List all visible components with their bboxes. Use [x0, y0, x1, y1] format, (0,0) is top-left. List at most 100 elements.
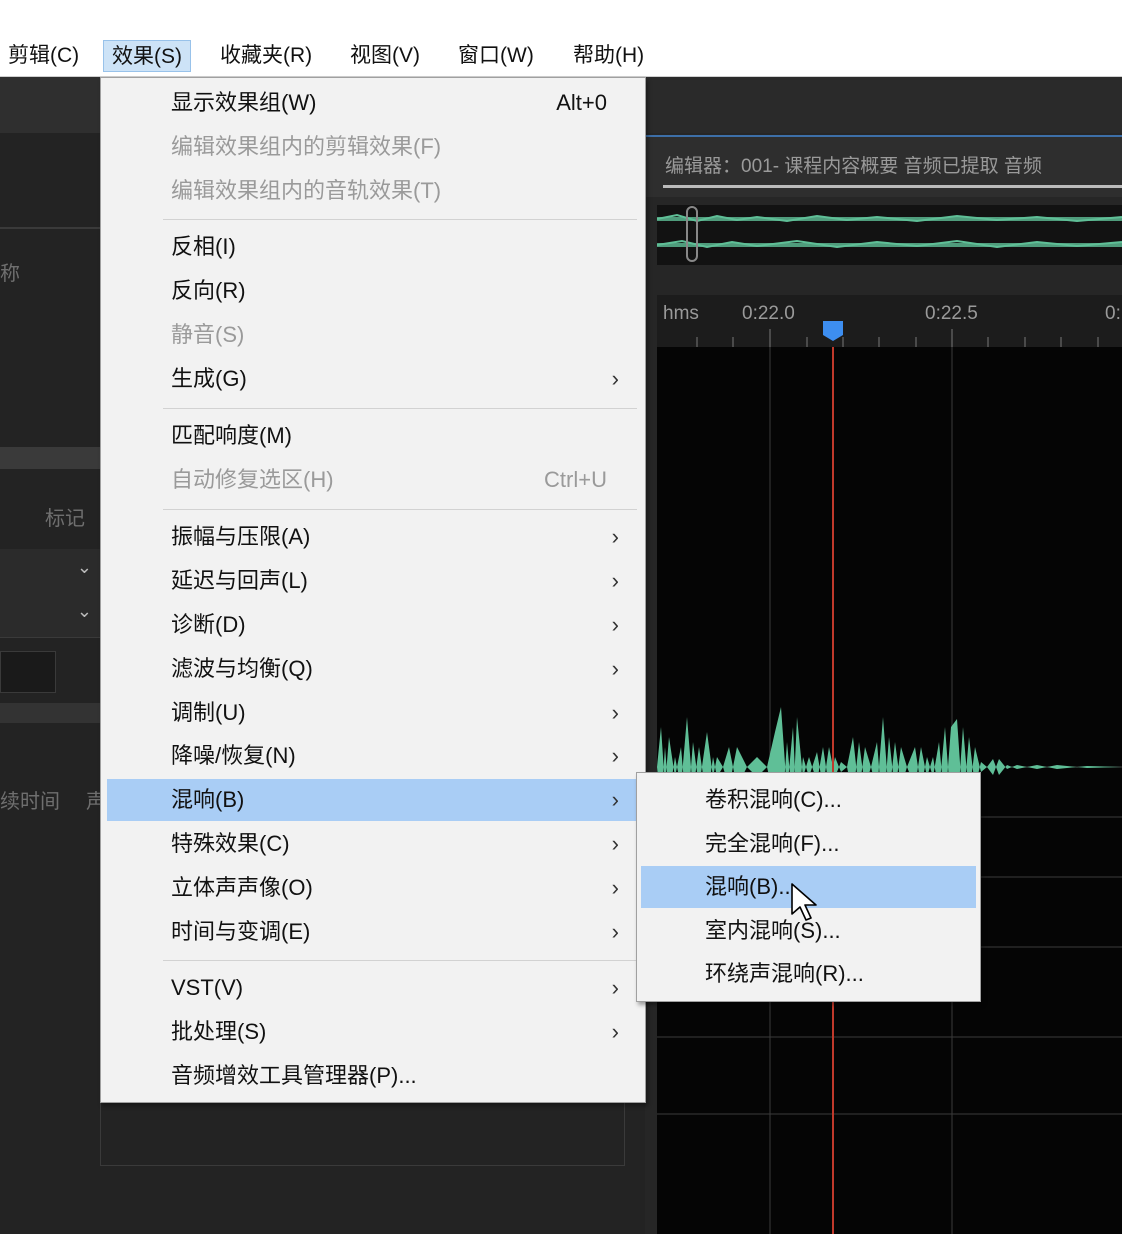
menu-item-label: 诊断(D) [171, 612, 246, 637]
menu-item-label: 时间与变调(E) [171, 919, 311, 944]
panel-splitter[interactable] [0, 703, 100, 723]
menu-item-label: 反相(I) [171, 234, 236, 259]
menu-view[interactable]: 视图(V) [342, 40, 428, 72]
playhead-marker [823, 321, 843, 341]
menu-item-invert[interactable]: 反相(I) [107, 226, 639, 268]
menu-item-label: 立体声声像(O) [171, 875, 313, 900]
chevron-right-icon: › [611, 787, 619, 812]
chevron-right-icon: › [611, 919, 619, 944]
menu-item-reverse[interactable]: 反向(R) [107, 270, 639, 312]
search-input[interactable] [0, 651, 56, 693]
menu-item-edit-track-effects: 编辑效果组内的音轨效果(T) [107, 170, 639, 212]
menubar: 剪辑(C) 效果(S) 收藏夹(R) 视图(V) 窗口(W) 帮助(H) [0, 36, 1122, 77]
menu-item-show-effects-rack[interactable]: 显示效果组(W) Alt+0 [107, 82, 639, 124]
chevron-right-icon: › [611, 568, 619, 593]
chevron-right-icon: › [611, 1019, 619, 1044]
menu-item-special[interactable]: 特殊效果(C) › [107, 823, 639, 865]
menu-item-label: 音频增效工具管理器(P)... [171, 1063, 417, 1088]
menu-item-label: 调制(U) [171, 700, 246, 725]
mouse-pointer-icon [791, 883, 817, 921]
menu-item-label: 滤波与均衡(Q) [171, 656, 313, 681]
menu-item-edit-clip-effects: 编辑效果组内的剪辑效果(F) [107, 126, 639, 168]
menu-item-match-loudness[interactable]: 匹配响度(M) [107, 415, 639, 457]
menu-item-noise-reduction[interactable]: 降噪/恢复(N) › [107, 735, 639, 777]
menu-item-label: 编辑效果组内的剪辑效果(F) [171, 134, 442, 159]
view-range-handle [686, 206, 698, 262]
menu-item-label: 静音(S) [171, 322, 245, 347]
chevron-right-icon: › [611, 524, 619, 549]
menu-window[interactable]: 窗口(W) [450, 40, 542, 72]
panel-box [100, 1103, 625, 1166]
menu-item-label: 延迟与回声(L) [171, 568, 308, 593]
menu-item-delay-echo[interactable]: 延迟与回声(L) › [107, 560, 639, 602]
submenu-item-convolution-reverb[interactable]: 卷积混响(C)... [641, 779, 976, 821]
submenu-item-label: 混响(B)... [705, 874, 797, 899]
menu-favorites[interactable]: 收藏夹(R) [212, 40, 320, 72]
menu-item-diagnostics[interactable]: 诊断(D) › [107, 604, 639, 646]
menu-item-batch[interactable]: 批处理(S) › [107, 1011, 639, 1053]
time-ruler[interactable]: hms 0:22.0 0:22.5 0: [657, 295, 1122, 347]
chevron-right-icon: › [611, 875, 619, 900]
menu-item-modulation[interactable]: 调制(U) › [107, 692, 639, 734]
chevron-right-icon: › [611, 743, 619, 768]
dropdown-field[interactable]: ⌄ [0, 593, 100, 638]
editor-toolbar [645, 77, 1122, 133]
menu-item-label: 混响(B) [171, 787, 245, 812]
submenu-item-label: 完全混响(F)... [705, 831, 840, 856]
menu-item-label: 批处理(S) [171, 1019, 267, 1044]
menu-item-time-pitch[interactable]: 时间与变调(E) › [107, 911, 639, 953]
column-duration-fragment: 续时间 [0, 791, 60, 813]
menu-effects[interactable]: 效果(S) [103, 40, 191, 72]
chevron-down-icon: ⌄ [76, 557, 92, 577]
menu-item-label: 编辑效果组内的音轨效果(T) [171, 178, 442, 203]
menu-item-label: 反向(R) [171, 278, 246, 303]
overview-waveform-graphic [656, 206, 1122, 262]
effects-menu: 显示效果组(W) Alt+0 编辑效果组内的剪辑效果(F) 编辑效果组内的音轨效… [100, 77, 646, 1103]
markers-tab[interactable]: 标记 [45, 502, 85, 531]
menu-item-label: VST(V) [171, 975, 244, 1000]
chevron-down-icon: ⌄ [76, 601, 92, 621]
menu-item-label: 生成(G) [171, 366, 247, 391]
menu-item-stereo-imagery[interactable]: 立体声声像(O) › [107, 867, 639, 909]
submenu-item-full-reverb[interactable]: 完全混响(F)... [641, 823, 976, 865]
menu-item-reverb[interactable]: 混响(B) › [107, 779, 639, 821]
divider [0, 227, 100, 229]
submenu-item-surround-reverb[interactable]: 环绕声混响(R)... [641, 953, 976, 995]
editor-title: 编辑器：001- 课程内容概要 音频已提取 音频 [665, 156, 1042, 177]
title-strip [0, 0, 1122, 36]
column-name-fragment: 称 [0, 263, 20, 285]
menu-separator [163, 509, 637, 510]
tab-underline [663, 185, 1122, 188]
menu-item-label: 自动修复选区(H) [171, 467, 334, 492]
chevron-right-icon: › [611, 831, 619, 856]
menu-help[interactable]: 帮助(H) [565, 40, 652, 72]
panel-toolbar [0, 77, 100, 133]
chevron-right-icon: › [611, 366, 619, 391]
menu-item-amplitude[interactable]: 振幅与压限(A) › [107, 516, 639, 558]
menu-clip[interactable]: 剪辑(C) [0, 40, 87, 72]
menu-item-auto-heal: 自动修复选区(H) Ctrl+U [107, 459, 639, 501]
menu-item-label: 振幅与压限(A) [171, 524, 311, 549]
menu-item-filter-eq[interactable]: 滤波与均衡(Q) › [107, 648, 639, 690]
panel-splitter[interactable] [0, 447, 100, 469]
overview-waveform[interactable] [656, 205, 1122, 265]
menu-item-shortcut: Alt+0 [556, 90, 607, 115]
menu-separator [163, 408, 637, 409]
dropdown-field[interactable]: ⌄ [0, 549, 100, 594]
menu-separator [163, 219, 637, 220]
submenu-item-label: 环绕声混响(R)... [705, 961, 864, 986]
menu-item-shortcut: Ctrl+U [544, 467, 607, 492]
menu-item-plugin-manager[interactable]: 音频增效工具管理器(P)... [107, 1055, 639, 1097]
menu-item-vst[interactable]: VST(V) › [107, 967, 639, 1009]
editor-tab[interactable]: 编辑器：001- 课程内容概要 音频已提取 音频 [645, 135, 1122, 197]
editor-panel: 编辑器：001- 课程内容概要 音频已提取 音频 hms 0:22.0 0:22… [645, 77, 1122, 1234]
chevron-right-icon: › [611, 700, 619, 725]
chevron-right-icon: › [611, 612, 619, 637]
menu-item-label: 降噪/恢复(N) [171, 743, 296, 768]
menu-separator [163, 960, 637, 961]
menu-item-generate[interactable]: 生成(G) › [107, 358, 639, 400]
submenu-item-label: 室内混响(S)... [705, 918, 841, 943]
chevron-right-icon: › [611, 975, 619, 1000]
ruler-ticks [696, 321, 1099, 347]
menu-item-silence: 静音(S) [107, 314, 639, 356]
